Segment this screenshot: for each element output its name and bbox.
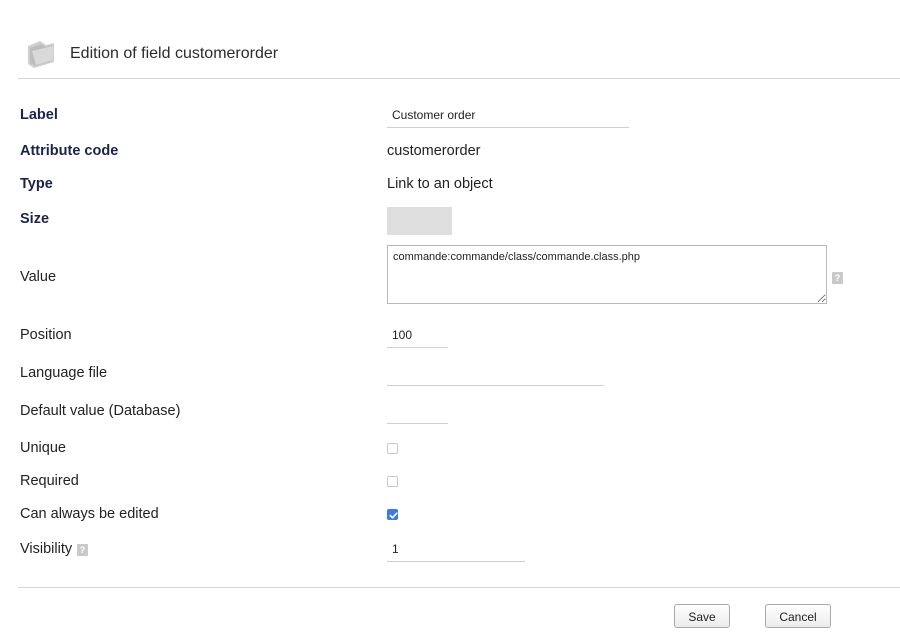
label-field-label: Label (20, 107, 58, 123)
language-file-label: Language file (20, 365, 108, 381)
value-label: Value (20, 269, 57, 285)
value-textarea[interactable]: commande:commande/class/commande.class.p… (387, 245, 827, 304)
attribute-code-value: customerorder (387, 143, 481, 159)
type-value: Link to an object (387, 176, 493, 192)
unique-checkbox[interactable] (387, 443, 398, 454)
attribute-code-label: Attribute code (20, 143, 119, 159)
page-header: Edition of field customerorder (18, 30, 900, 79)
unique-label: Unique (20, 440, 66, 456)
visibility-label: Visibility (20, 541, 73, 557)
required-checkbox[interactable] (387, 476, 398, 487)
language-file-input[interactable] (387, 360, 604, 386)
page-title: Edition of field customerorder (70, 45, 279, 62)
folder-icon (28, 41, 54, 68)
size-input[interactable] (387, 207, 452, 235)
default-value-input[interactable] (387, 398, 448, 424)
label-input[interactable] (387, 102, 629, 128)
cancel-button[interactable]: Cancel (765, 604, 831, 628)
position-input[interactable] (387, 322, 448, 348)
default-value-label: Default value (Database) (20, 403, 181, 419)
checkmark-icon (389, 512, 398, 519)
visibility-input[interactable] (387, 536, 525, 562)
always-editable-label: Can always be edited (20, 506, 159, 522)
type-label: Type (20, 176, 53, 192)
required-label: Required (20, 473, 79, 489)
help-icon[interactable]: ? (832, 272, 843, 284)
help-icon[interactable]: ? (77, 544, 88, 556)
footer-divider (18, 587, 900, 588)
position-label: Position (20, 327, 72, 343)
save-button[interactable]: Save (674, 604, 730, 628)
always-editable-checkbox[interactable] (387, 509, 398, 520)
size-label: Size (20, 211, 50, 227)
